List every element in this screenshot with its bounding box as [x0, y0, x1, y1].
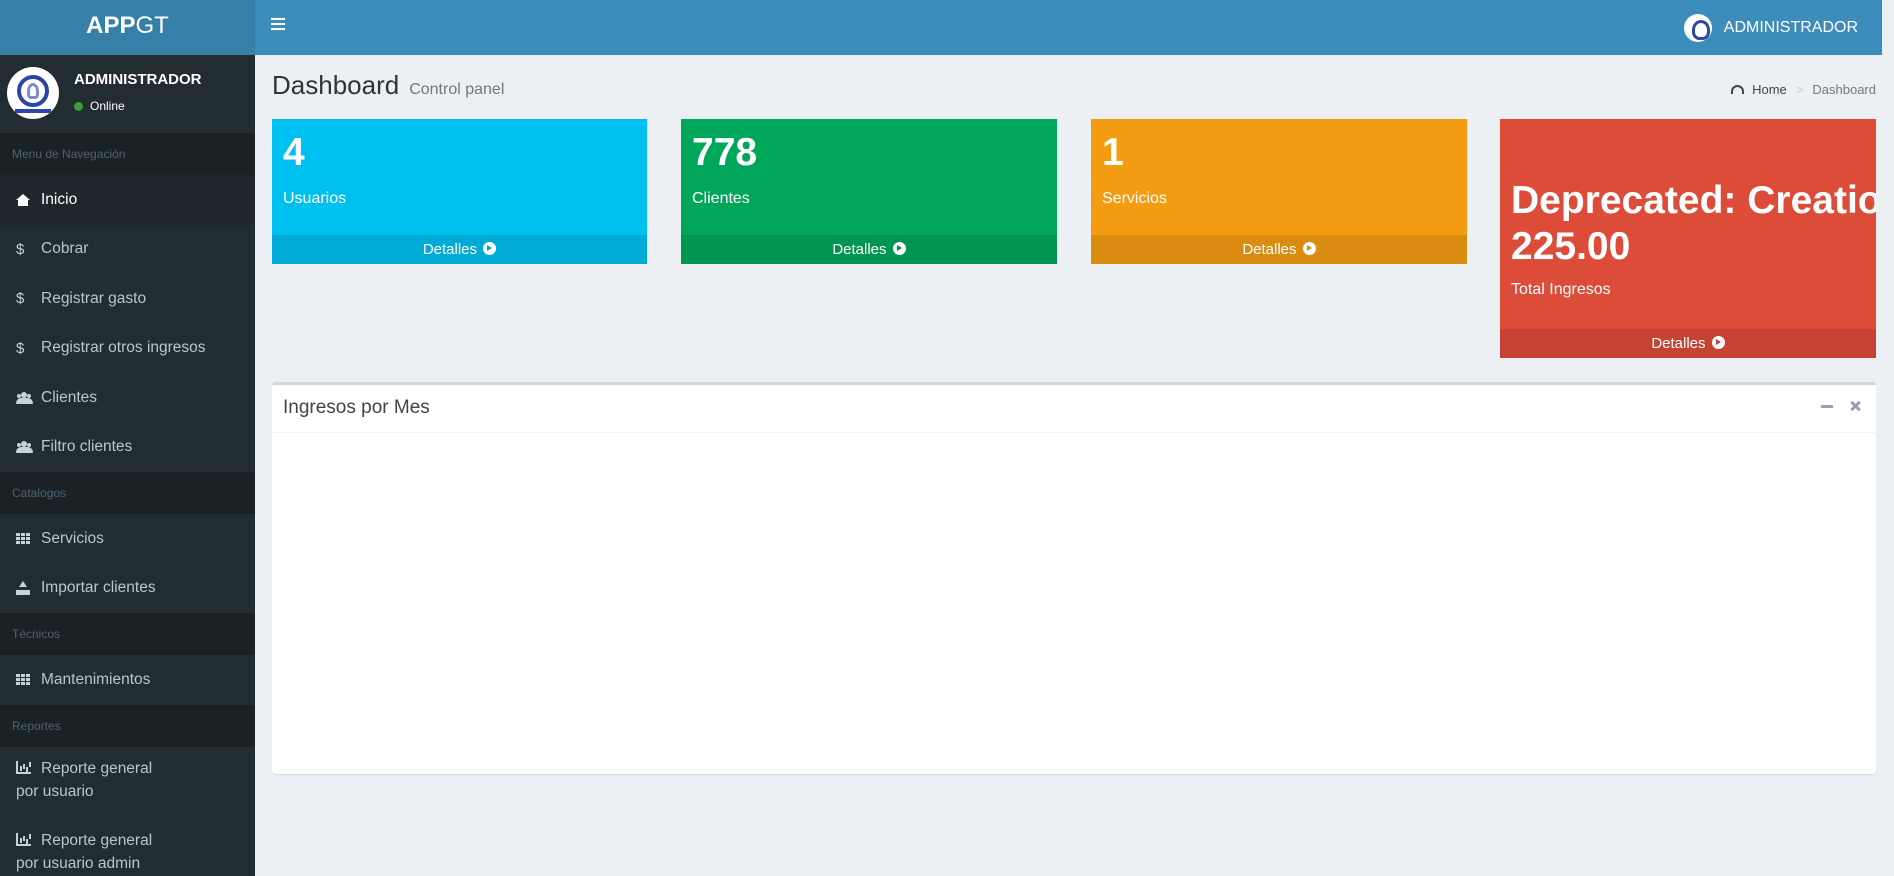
breadcrumb-home[interactable]: Home [1752, 82, 1787, 97]
dashboard-icon [1731, 85, 1745, 94]
dollar-icon: $ [16, 290, 25, 308]
sidebar-item-label: Importar clientes [41, 579, 156, 597]
stat-label: Total Ingresos [1511, 281, 1611, 299]
user-avatar-small [1683, 14, 1712, 42]
sidebar-toggle-icon[interactable] [271, 18, 285, 32]
stat-label: Servicios [1102, 189, 1167, 207]
sidebar-item-label: Servicios [41, 529, 104, 547]
page-subtitle: Control panel [409, 81, 505, 98]
stat-details-link[interactable]: Detalles [272, 235, 647, 264]
users-icon [16, 391, 33, 404]
stat-box-servicios: 1 Servicios Detalles [1091, 119, 1467, 264]
stat-details-link[interactable]: Detalles [681, 235, 1057, 264]
sidebar-item-cobrar[interactable]: $ Cobrar [0, 225, 255, 275]
sidebar-item-reporte-usuario[interactable]: Reporte general por usuario [0, 747, 255, 819]
stat-box-total-ingresos: Deprecated: Creatio 225.00 Total Ingreso… [1500, 119, 1876, 358]
dollar-icon: $ [16, 240, 25, 258]
stat-details-text: Detalles [422, 241, 478, 258]
user-status-text: Online [90, 99, 125, 113]
page-title: Dashboard [272, 70, 400, 100]
stat-value-line2: 225.00 [1511, 224, 1631, 268]
minimize-icon[interactable] [1820, 399, 1834, 413]
content-header: Dashboard Control panel [272, 70, 504, 101]
arrow-circle-right-icon [483, 242, 497, 255]
logo-bold: APP [86, 12, 136, 39]
menu-header-catalogos: Catalogos [0, 472, 255, 514]
stat-value-line1: Deprecated: Creatio [1511, 179, 1876, 222]
ingresos-por-mes-panel: Ingresos por Mes [272, 382, 1876, 774]
sidebar-item-label-line2: por usuario admin [16, 854, 141, 872]
sidebar-item-reporte-usuario-admin[interactable]: Reporte general por usuario admin [0, 819, 255, 876]
menu-header-reportes: Reportes [0, 704, 255, 747]
top-navbar: ADMINISTRADOR [255, 0, 1894, 55]
stat-box-usuarios: 4 Usuarios Detalles [272, 119, 647, 264]
sidebar-item-inicio[interactable]: Inicio [0, 175, 255, 225]
panel-header: Ingresos por Mes [272, 385, 1876, 433]
grid-icon [16, 674, 30, 686]
sidebar-item-registrar-otros-ingresos[interactable]: $ Registrar otros ingresos [0, 324, 255, 374]
dollar-icon: $ [16, 339, 25, 357]
home-icon [16, 193, 30, 206]
stat-label: Clientes [692, 189, 750, 207]
sidebar-item-servicios[interactable]: Servicios [0, 514, 255, 564]
sidebar-item-label: Reporte general [41, 759, 153, 777]
upload-icon [16, 581, 30, 596]
stat-details-text: Detalles [1242, 241, 1297, 258]
sidebar-item-clientes[interactable]: Clientes [0, 373, 255, 423]
panel-title: Ingresos por Mes [283, 397, 430, 418]
online-dot-icon [74, 101, 83, 111]
sidebar-item-registrar-gasto[interactable]: $ Registrar gasto [0, 274, 255, 324]
avatar [7, 67, 59, 119]
stat-details-link[interactable]: Detalles [1091, 235, 1467, 264]
user-status: Online [74, 99, 125, 113]
user-panel: ADMINISTRADOR Online [0, 55, 255, 133]
menu-header-tecnicos: Técnicos [0, 613, 255, 655]
stat-details-text: Detalles [1651, 335, 1706, 352]
stat-label: Usuarios [283, 189, 347, 207]
users-icon [16, 441, 33, 454]
breadcrumb: Home > Dashboard [1731, 82, 1876, 97]
right-edge [1882, 0, 1894, 876]
sidebar-item-label: Inicio [41, 190, 78, 208]
logo-light: GT [135, 12, 169, 39]
stat-value: 4 [283, 131, 305, 174]
arrow-circle-right-icon [1302, 242, 1316, 255]
bar-chart-icon [16, 760, 31, 774]
user-menu-name: ADMINISTRADOR [1723, 19, 1858, 36]
sidebar-item-label-line2: por usuario [16, 782, 94, 800]
sidebar: ADMINISTRADOR Online Menu de Navegación … [0, 55, 255, 876]
close-icon[interactable] [1848, 399, 1862, 413]
arrow-circle-right-icon [892, 242, 906, 255]
panel-tools [1820, 399, 1862, 413]
stat-value: Deprecated: Creatio 225.00 [1511, 178, 1876, 269]
sidebar-item-filtro-clientes[interactable]: Filtro clientes [0, 423, 255, 473]
stat-details-link[interactable]: Detalles [1500, 329, 1876, 358]
sidebar-item-label: Mantenimientos [41, 670, 151, 688]
user-menu[interactable]: ADMINISTRADOR [1683, 14, 1858, 42]
arrow-circle-right-icon [1711, 336, 1725, 349]
sidebar-item-label: Clientes [41, 388, 97, 406]
sidebar-item-label: Registrar gasto [41, 289, 147, 307]
sidebar-item-label: Reporte general [41, 831, 153, 849]
stat-value: 778 [692, 131, 758, 174]
sidebar-item-label: Filtro clientes [41, 438, 133, 456]
user-panel-name: ADMINISTRADOR [74, 71, 202, 88]
stat-box-clientes: 778 Clientes Detalles [681, 119, 1057, 264]
breadcrumb-separator: > [1795, 82, 1804, 97]
stat-details-text: Detalles [832, 241, 887, 258]
app-logo[interactable]: APPGT [0, 0, 255, 55]
bar-chart-icon [16, 832, 31, 846]
menu-header-navegacion: Menu de Navegación [0, 133, 255, 175]
breadcrumb-current: Dashboard [1812, 82, 1876, 97]
sidebar-item-mantenimientos[interactable]: Mantenimientos [0, 655, 255, 705]
stat-value: 1 [1102, 131, 1124, 174]
sidebar-item-label: Cobrar [41, 240, 89, 258]
grid-icon [16, 533, 30, 545]
sidebar-item-importar-clientes[interactable]: Importar clientes [0, 564, 255, 614]
sidebar-item-label: Registrar otros ingresos [41, 339, 206, 357]
